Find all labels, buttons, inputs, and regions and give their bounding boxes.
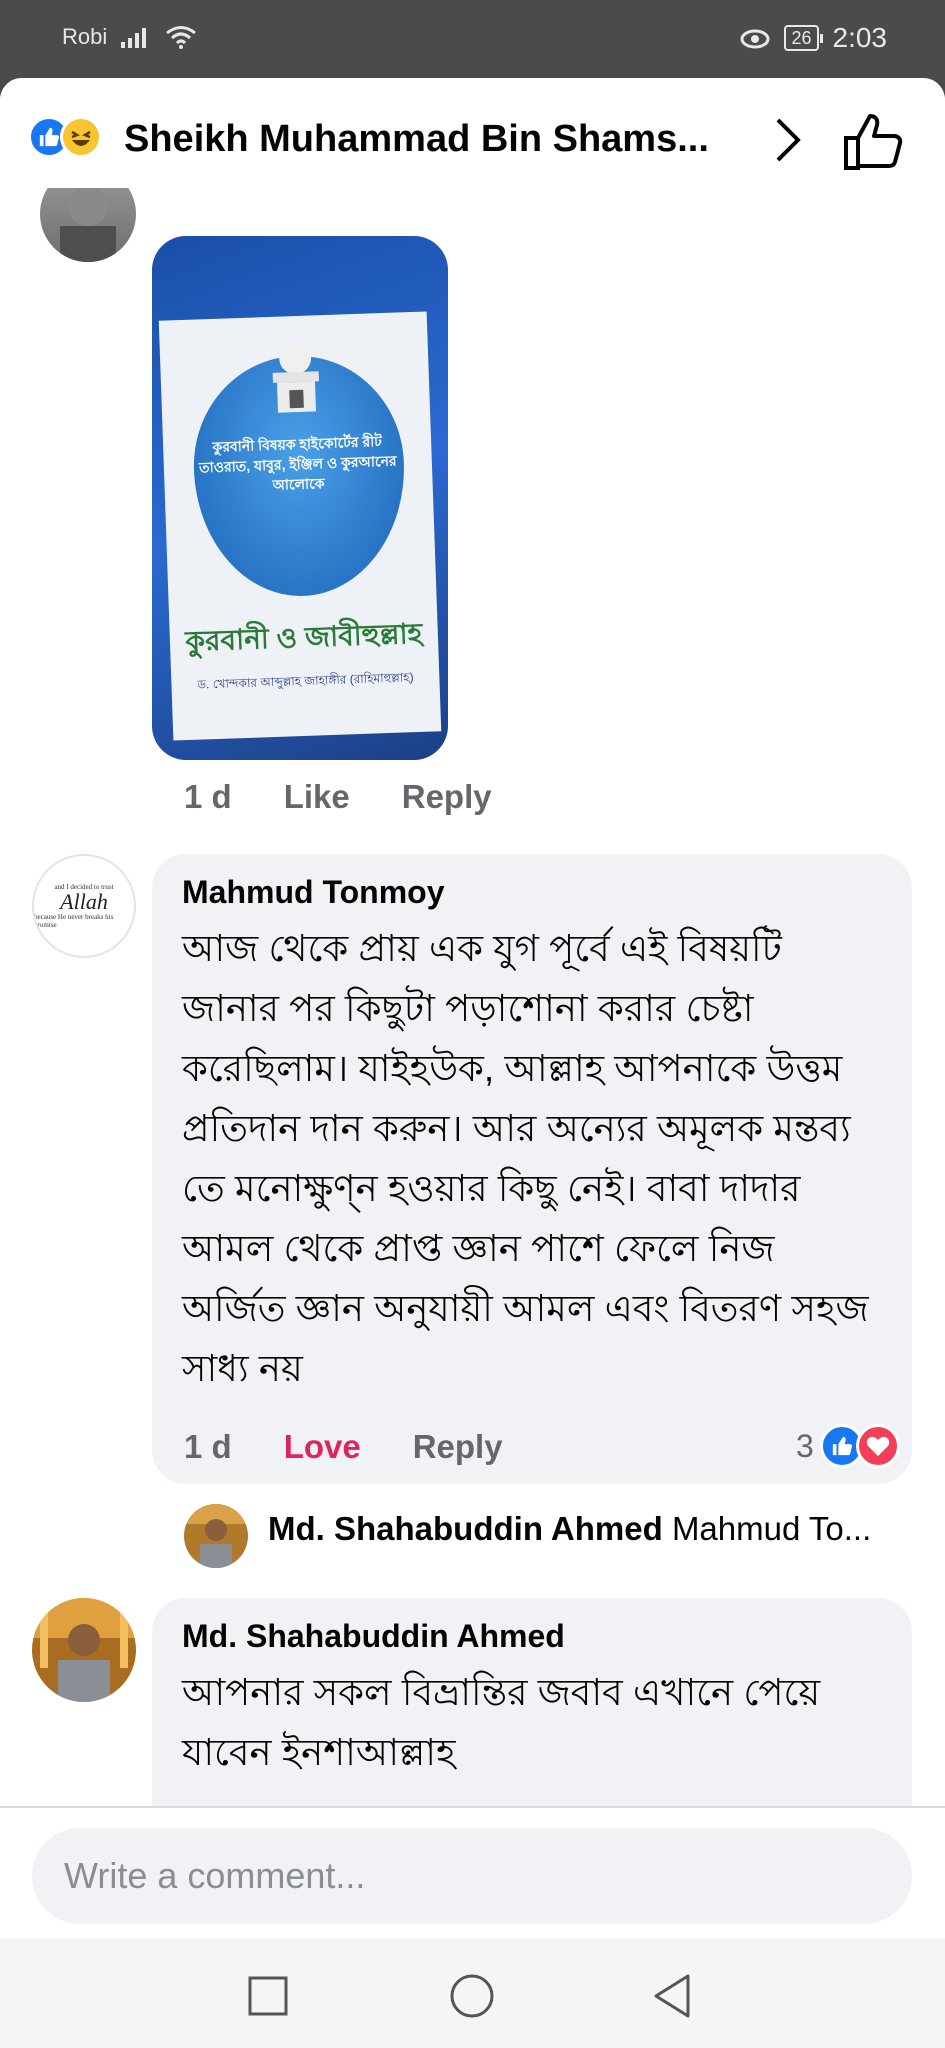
reply-link[interactable]: Reply	[402, 778, 492, 816]
reaction-count-number: 3	[796, 1427, 814, 1464]
comment-time: 1 d	[184, 1428, 232, 1465]
comment-bubble[interactable]: Md. Shahabuddin Ahmed আপনার সকল বিভ্রান্…	[152, 1598, 912, 1838]
back-icon[interactable]	[646, 1968, 702, 2024]
comment-text: আপনার সকল বিভ্রান্তির জবাব এখানে পেয়ে য…	[182, 1672, 821, 1773]
comment-text: আজ থেকে প্রায় এক যুগ পূর্বে এই বিষয়টি …	[182, 928, 869, 1389]
book-title: কুরবানী ও জাবীহুল্লাহ	[184, 617, 423, 658]
clock: 2:03	[832, 22, 888, 53]
comment-input[interactable]	[32, 1828, 912, 1924]
comment-image-book-cover[interactable]: কুরবানী বিষয়ক হাইকোর্টের রীট তাওরাত, যা…	[152, 236, 448, 760]
chevron-right-icon[interactable]	[764, 112, 812, 168]
reply-preview[interactable]: Md. Shahabuddin Ahmed Mahmud To...	[268, 1510, 918, 1548]
home-icon[interactable]	[444, 1968, 500, 2024]
signal-icon	[121, 28, 147, 48]
reply-avatar[interactable]	[184, 1504, 248, 1568]
comment-bubble[interactable]: Mahmud Tonmoy আজ থেকে প্রায় এক যুগ পূর্…	[152, 854, 912, 1484]
like-link[interactable]: Like	[284, 778, 350, 816]
status-left: Robi	[62, 24, 197, 50]
commenter-avatar[interactable]: and I decided to trust Allah because He …	[32, 854, 136, 958]
book-cover-page: কুরবানী বিষয়ক হাইকোর্টের রীট তাওরাত, যা…	[158, 311, 442, 741]
love-link[interactable]: Love	[284, 1428, 361, 1466]
reply-author: Md. Shahabuddin Ahmed	[268, 1510, 663, 1547]
comments-header: Sheikh Muhammad Bin Shams...	[0, 78, 945, 188]
wifi-icon	[166, 26, 197, 49]
carrier-name: Robi	[62, 24, 108, 49]
commenter-avatar[interactable]	[32, 1598, 136, 1702]
love-reaction-icon	[855, 1424, 900, 1468]
system-nav-bar	[0, 1938, 945, 2048]
comment-actions: 1 d Love Reply	[184, 1428, 503, 1466]
eye-comfort-icon	[740, 29, 770, 49]
comment-time: 1 d	[184, 778, 232, 815]
comment-author[interactable]: Md. Shahabuddin Ahmed	[182, 1618, 882, 1655]
mosque-dome-icon	[272, 342, 319, 413]
comments-sheet: Sheikh Muhammad Bin Shams... কুরবানী বিষ…	[0, 78, 945, 2048]
reply-snippet: Mahmud To...	[671, 1510, 872, 1547]
status-right: 26 2:03	[740, 22, 887, 54]
recent-apps-icon[interactable]	[240, 1968, 296, 2024]
comment-author[interactable]: Mahmud Tonmoy	[182, 874, 882, 911]
reply-link[interactable]: Reply	[413, 1428, 503, 1466]
book-author: ড. খোন্দকার আব্দুল্লাহ জাহাঙ্গীর (রাহিমা…	[196, 670, 414, 692]
reaction-count[interactable]: 3	[796, 1424, 900, 1468]
comment-actions: 1 d Like Reply	[184, 778, 492, 816]
reaction-summary[interactable]	[28, 116, 102, 158]
book-subtitle: কুরবানী বিষয়ক হাইকোর্টের রীট তাওরাত, যা…	[198, 433, 397, 493]
status-bar: Robi 26 2:03	[0, 0, 945, 78]
battery-icon: 26	[784, 25, 823, 51]
post-author-title[interactable]: Sheikh Muhammad Bin Shams...	[124, 118, 744, 161]
haha-reaction-icon	[60, 116, 102, 158]
like-button-icon[interactable]	[842, 112, 906, 172]
